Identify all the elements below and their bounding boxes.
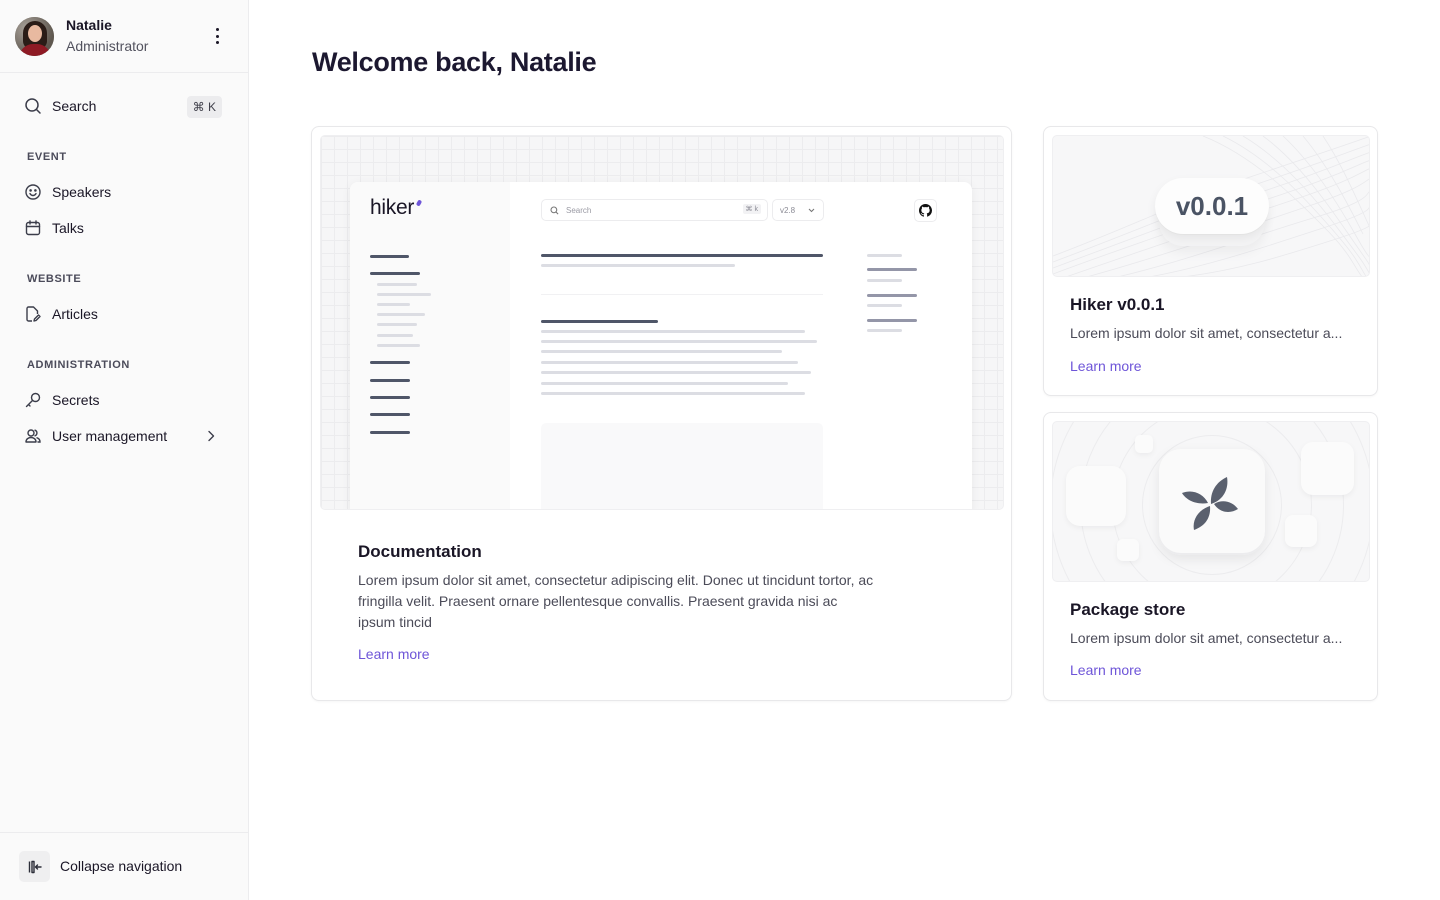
- sidebar-item-label: User management: [52, 428, 168, 444]
- card-title: Hiker v0.0.1: [1070, 295, 1165, 314]
- key-icon: [24, 391, 42, 409]
- sidebar-item-talks[interactable]: Talks: [16, 212, 232, 244]
- document-edit-icon: [24, 305, 42, 323]
- documentation-preview-image: hiker Search ⌘ k v2.8: [320, 135, 1004, 510]
- collapse-navigation-button[interactable]: [19, 851, 50, 882]
- search-icon: [24, 97, 42, 115]
- chevron-right-icon: [208, 430, 215, 442]
- sidebar-item-articles[interactable]: Articles: [16, 298, 232, 330]
- documentation-learn-more-link[interactable]: Learn more: [358, 646, 430, 662]
- card-description: Lorem ipsum dolor sit amet, consectetur …: [358, 572, 874, 630]
- profile-role: Administrator: [66, 38, 149, 54]
- more-options-icon[interactable]: [210, 26, 224, 46]
- section-label-website: WEBSITE: [27, 273, 82, 285]
- smiley-icon: [24, 183, 42, 201]
- search-label: Search: [52, 98, 97, 114]
- sidebar-item-speakers[interactable]: Speakers: [16, 176, 232, 208]
- docs-mockup: hiker Search ⌘ k v2.8: [350, 182, 972, 509]
- sidebar-item-label: Secrets: [52, 392, 100, 408]
- sidebar-item-label: Talks: [52, 220, 84, 236]
- users-icon: [24, 427, 42, 445]
- sidebar: Natalie Administrator Search ⌘ K EVENT S…: [0, 0, 249, 900]
- collapse-navigation-bar: Collapse navigation: [0, 832, 248, 900]
- sidebar-item-label: Articles: [52, 306, 98, 322]
- version-badge: v0.0.1: [1155, 178, 1269, 234]
- sidebar-item-secrets[interactable]: Secrets: [16, 384, 232, 416]
- profile-name: Natalie: [66, 17, 112, 33]
- section-label-administration: ADMINISTRATION: [27, 359, 130, 371]
- sidebar-search[interactable]: Search ⌘ K: [16, 90, 232, 122]
- release-preview-image: v0.0.1: [1052, 135, 1370, 277]
- release-learn-more-link[interactable]: Learn more: [1070, 358, 1142, 374]
- hiker-logo: hiker: [370, 196, 415, 219]
- release-card[interactable]: v0.0.1 Hiker v0.0.1 Lorem ipsum dolor si…: [1043, 126, 1378, 396]
- github-icon: [914, 199, 937, 222]
- collapse-navigation-label[interactable]: Collapse navigation: [60, 858, 182, 874]
- package-store-preview-image: [1052, 421, 1370, 582]
- docs-mockup-search: Search ⌘ k: [541, 199, 768, 221]
- leaf-logo-icon: [1182, 477, 1238, 530]
- docs-mockup-version-select: v2.8: [772, 199, 824, 221]
- search-shortcut: ⌘ K: [186, 96, 222, 118]
- calendar-icon: [24, 219, 42, 237]
- sidebar-item-user-management[interactable]: User management: [16, 420, 232, 452]
- card-title: Documentation: [358, 542, 482, 561]
- package-store-learn-more-link[interactable]: Learn more: [1070, 662, 1142, 678]
- page-title: Welcome back, Natalie: [312, 47, 597, 77]
- card-description: Lorem ipsum dolor sit amet, consectetur …: [1070, 325, 1343, 341]
- sidebar-collapse-icon: [28, 860, 42, 873]
- sidebar-item-label: Speakers: [52, 184, 112, 200]
- card-title: Package store: [1070, 600, 1186, 619]
- card-description: Lorem ipsum dolor sit amet, consectetur …: [1070, 630, 1343, 646]
- avatar[interactable]: [15, 16, 54, 56]
- package-app-icon: [1159, 449, 1265, 555]
- section-label-event: EVENT: [27, 151, 67, 163]
- package-store-card[interactable]: Package store Lorem ipsum dolor sit amet…: [1043, 412, 1378, 701]
- profile-header: Natalie Administrator: [0, 0, 248, 73]
- documentation-card[interactable]: hiker Search ⌘ k v2.8 Documentation Lore…: [311, 126, 1012, 701]
